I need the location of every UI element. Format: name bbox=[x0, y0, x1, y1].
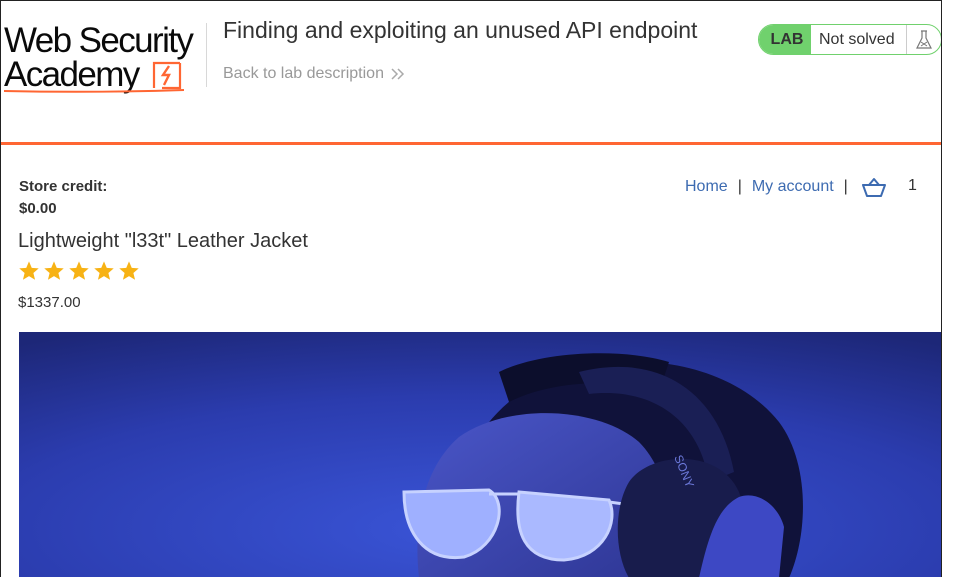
back-link-label: Back to lab description bbox=[223, 65, 384, 82]
store-credit-label: Store credit: bbox=[19, 178, 108, 195]
browser-viewport: Web Security Academy Finding and exploit… bbox=[0, 0, 942, 577]
lightning-bolt-icon bbox=[152, 61, 182, 90]
product-rating bbox=[18, 260, 140, 282]
shopping-basket-icon[interactable] bbox=[861, 177, 886, 197]
star-icon bbox=[69, 261, 89, 280]
star-icon bbox=[119, 261, 139, 280]
logo-text-line1: Web Security bbox=[4, 21, 194, 60]
star-icon bbox=[19, 261, 39, 280]
nav-home-link[interactable]: Home bbox=[685, 178, 728, 196]
lab-badge: LAB bbox=[759, 25, 811, 54]
scrollbar-gutter[interactable] bbox=[942, 0, 960, 577]
product-photo-headphones-woman: SONY bbox=[19, 332, 941, 577]
product-name: Lightweight "l33t" Leather Jacket bbox=[18, 230, 308, 252]
nav-my-account-link[interactable]: My account bbox=[752, 178, 834, 196]
double-chevron-right-icon bbox=[391, 68, 405, 80]
store-credit-value: $0.00 bbox=[19, 200, 57, 217]
product-image: SONY bbox=[19, 332, 941, 577]
product-price: $1337.00 bbox=[18, 294, 81, 311]
header-divider bbox=[206, 23, 207, 87]
lab-header: Web Security Academy Finding and exploit… bbox=[1, 1, 941, 145]
lab-solved-status: Not solved bbox=[819, 30, 895, 48]
logo-text-line2: Academy bbox=[4, 55, 140, 94]
web-security-academy-logo[interactable]: Web Security Academy bbox=[4, 23, 204, 95]
star-icon bbox=[44, 261, 64, 280]
star-icon bbox=[94, 261, 114, 280]
back-to-lab-description-link[interactable]: Back to lab description bbox=[223, 65, 406, 83]
flask-icon bbox=[906, 25, 941, 54]
lab-title: Finding and exploiting an unused API end… bbox=[223, 17, 698, 43]
lab-status-widget: LAB Not solved bbox=[758, 24, 941, 55]
top-navigation: Home | My account | bbox=[685, 177, 886, 197]
cart-item-count[interactable]: 1 bbox=[908, 177, 917, 195]
nav-separator: | bbox=[843, 178, 848, 195]
nav-separator: | bbox=[737, 178, 742, 195]
logo-underline bbox=[4, 89, 184, 93]
